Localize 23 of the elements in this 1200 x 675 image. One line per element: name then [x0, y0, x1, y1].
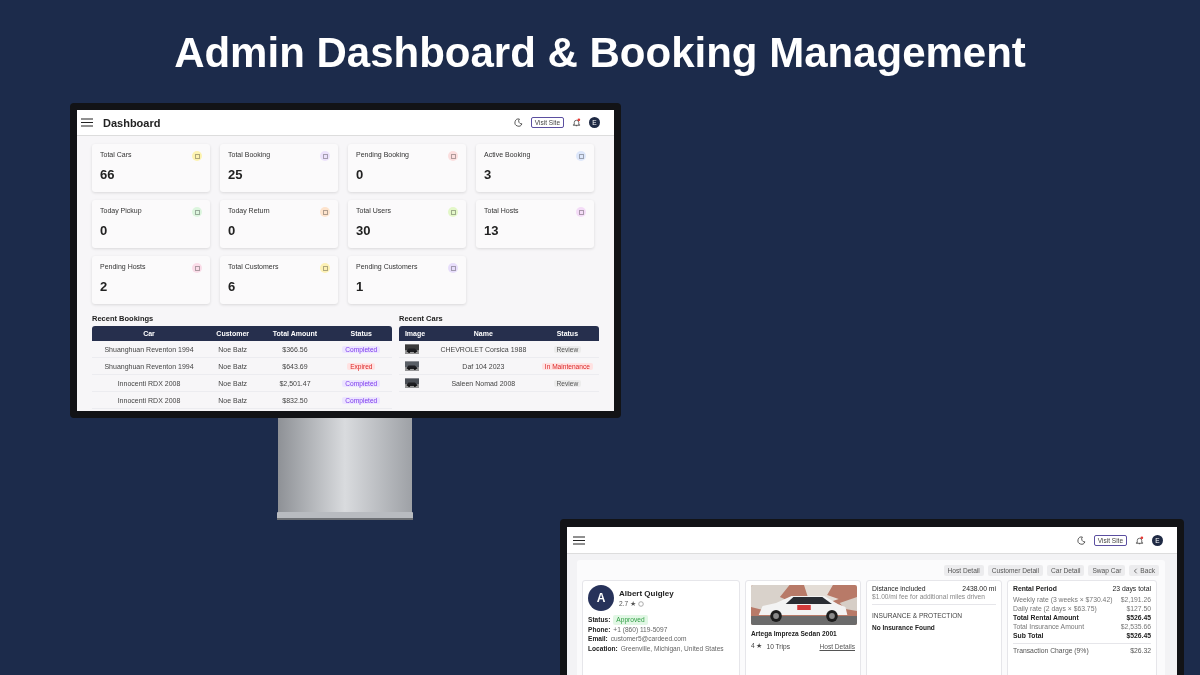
menu-icon[interactable]: [573, 535, 585, 545]
stat-value: 25: [228, 167, 244, 182]
stat-value: 66: [100, 167, 116, 182]
stat-value: 13: [484, 223, 500, 238]
moon-icon[interactable]: [1076, 535, 1086, 545]
moon-icon[interactable]: [513, 118, 523, 127]
circle-icon: [638, 600, 644, 607]
stat-value: 6: [228, 279, 237, 294]
stat-value: 0: [356, 167, 365, 182]
chevron-icon: [1133, 567, 1139, 574]
stat-value: 0: [100, 223, 109, 238]
stat-value: 2: [100, 279, 109, 294]
menu-icon[interactable]: [81, 118, 93, 127]
stat-value: 3: [484, 167, 493, 182]
stat-value: 0: [228, 223, 237, 238]
bell-icon[interactable]: [572, 118, 581, 127]
stat-value: 30: [356, 223, 372, 238]
page-title: Admin Dashboard & Booking Management: [173, 28, 1027, 76]
bell-icon[interactable]: [1135, 535, 1144, 545]
customer-avatar: A: [588, 585, 614, 611]
page-heading: Dashboard: [103, 116, 161, 129]
customer-name: Albert Quigley: [619, 588, 674, 598]
stat-value: 1: [356, 279, 365, 294]
